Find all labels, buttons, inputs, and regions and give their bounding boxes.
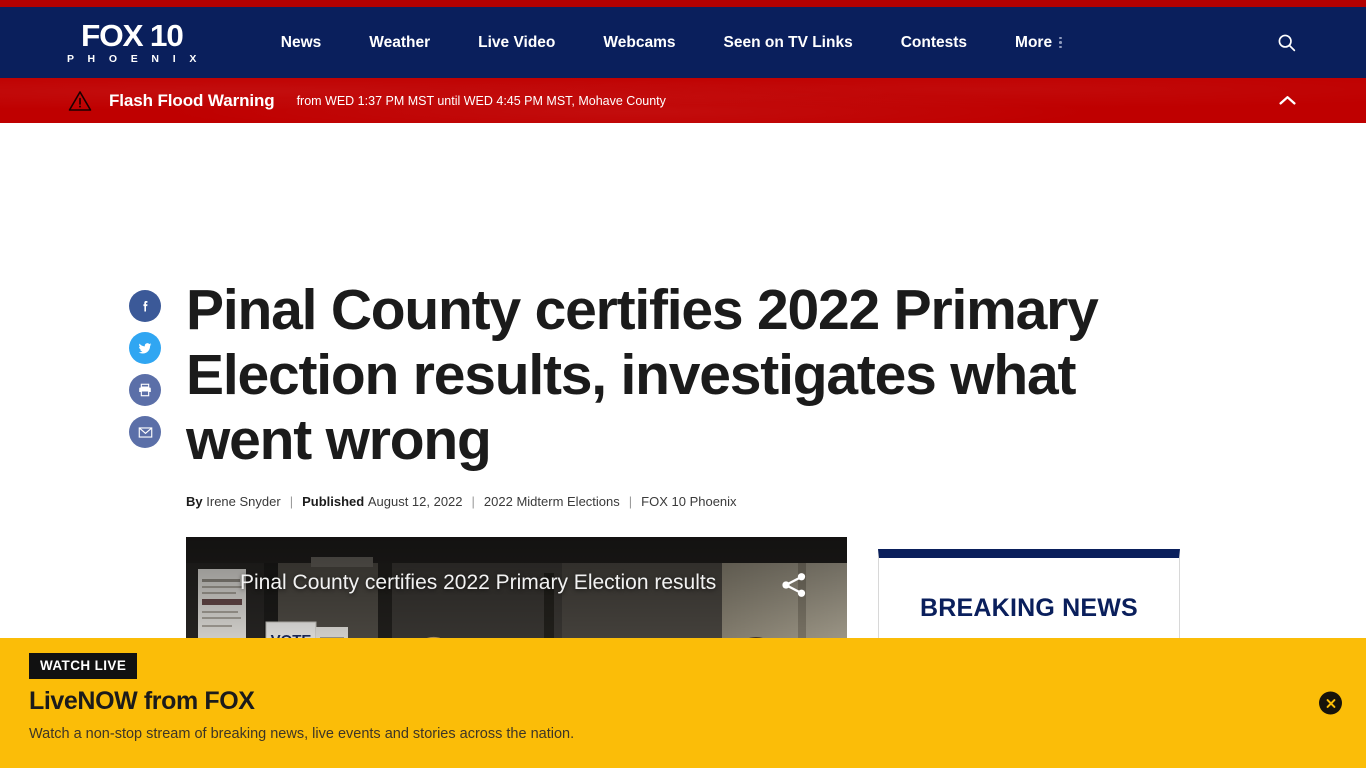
twitter-icon[interactable] <box>129 332 161 364</box>
print-icon[interactable] <box>129 374 161 406</box>
site-logo[interactable]: FOX 10 P H O E N I X <box>62 20 202 65</box>
top-accent-strip <box>0 0 1366 7</box>
watch-live-title[interactable]: LiveNOW from FOX <box>29 687 255 716</box>
article-header: Pinal County certifies 2022 Primary Elec… <box>186 278 1146 509</box>
kebab-menu-icon <box>1059 36 1062 50</box>
nav-item-news[interactable]: News <box>257 34 346 52</box>
search-icon[interactable] <box>1274 31 1298 55</box>
social-share-rail <box>129 290 161 448</box>
share-nodes-icon[interactable] <box>779 570 811 602</box>
page-title: Pinal County certifies 2022 Primary Elec… <box>186 278 1099 472</box>
byline-by-label: By <box>186 494 203 509</box>
byline-published-date: August 12, 2022 <box>367 494 463 509</box>
nav-item-more[interactable]: More <box>991 34 1070 52</box>
nav-item-live-video[interactable]: Live Video <box>454 34 579 52</box>
email-icon[interactable] <box>129 416 161 448</box>
byline-published-label: Published <box>302 494 365 509</box>
nav-item-webcams[interactable]: Webcams <box>579 34 699 52</box>
byline-source[interactable]: FOX 10 Phoenix <box>641 494 736 509</box>
primary-nav: News Weather Live Video Webcams Seen on … <box>257 34 1070 52</box>
byline-category[interactable]: 2022 Midterm Elections <box>484 494 620 509</box>
logo-wordmark: FOX 10 <box>81 18 184 54</box>
alert-collapse-toggle[interactable] <box>1276 90 1298 112</box>
weather-alert-banner: Flash Flood Warning from WED 1:37 PM MST… <box>0 78 1366 123</box>
close-icon[interactable] <box>1319 691 1342 715</box>
alert-detail: from WED 1:37 PM MST until WED 4:45 PM M… <box>296 93 666 108</box>
nav-item-contests[interactable]: Contests <box>877 34 991 52</box>
nav-item-seen-on-tv-links[interactable]: Seen on TV Links <box>700 34 877 52</box>
nav-item-more-label: More <box>1015 33 1053 51</box>
byline-author[interactable]: Irene Snyder <box>206 494 280 509</box>
site-header: FOX 10 P H O E N I X News Weather Live V… <box>0 7 1366 78</box>
byline-separator-3: | <box>628 494 633 509</box>
facebook-icon[interactable] <box>129 290 161 322</box>
watch-live-description: Watch a non-stop stream of breaking news… <box>29 726 575 742</box>
byline-separator-2: | <box>471 494 475 509</box>
alert-title[interactable]: Flash Flood Warning <box>109 91 275 111</box>
video-title: Pinal County certifies 2022 Primary Elec… <box>240 571 717 594</box>
breaking-news-title: BREAKING NEWS <box>920 594 1138 622</box>
warning-triangle-icon <box>68 90 92 112</box>
byline-separator-1: | <box>289 494 294 509</box>
watch-live-badge: WATCH LIVE <box>29 653 138 679</box>
logo-market-label: P H O E N I X <box>67 53 202 66</box>
nav-item-weather[interactable]: Weather <box>345 34 454 52</box>
watch-live-banner[interactable]: WATCH LIVE LiveNOW from FOX Watch a non-… <box>0 638 1366 768</box>
byline: By Irene Snyder | Published August 12, 2… <box>186 494 1146 509</box>
